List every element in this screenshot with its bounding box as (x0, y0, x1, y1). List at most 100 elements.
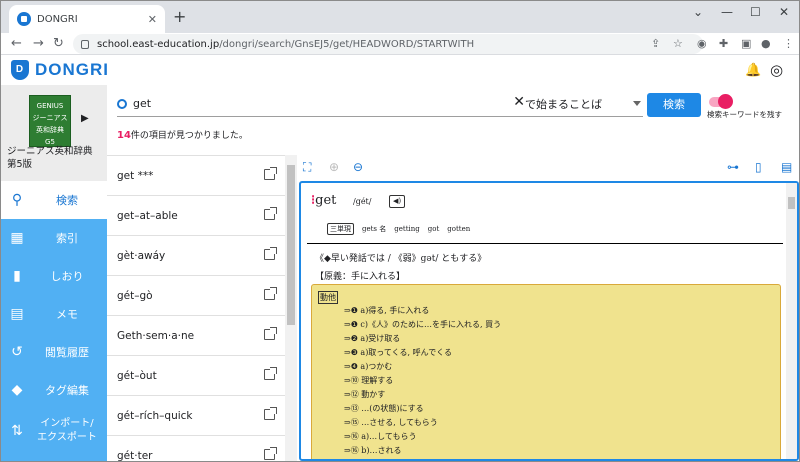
list-scrollbar[interactable] (285, 155, 297, 461)
bookmark-icon: ▮ (13, 268, 21, 284)
url-field[interactable]: school.east-education.jp/dongri/search/G… (73, 34, 703, 54)
search-mode-select[interactable]: で始まることば (523, 91, 643, 117)
list-item[interactable]: gét–òut (107, 356, 285, 396)
close-window-icon[interactable]: ✕ (779, 5, 789, 19)
dictionary-name-line2: 第5版 (7, 159, 33, 170)
sense-item[interactable]: ⇒❶ a)得る, 手に入れる (344, 305, 429, 316)
play-arrow-icon[interactable]: ▶ (81, 113, 89, 124)
up-arrow-icon[interactable]: ⊕ (329, 160, 339, 174)
tab-bar: DONGRI ✕ + ⌄ — ☐ ✕ (1, 1, 799, 33)
memo-icon[interactable]: ▤ (781, 160, 792, 174)
extensions-icon[interactable]: ✚ (719, 37, 728, 50)
open-external-icon[interactable] (264, 247, 277, 260)
maximize-icon[interactable]: ☐ (750, 5, 761, 19)
browser-tab[interactable]: DONGRI ✕ (9, 5, 165, 33)
reload-icon[interactable]: ↻ (53, 36, 64, 51)
form-item: gets 名 (362, 225, 387, 233)
open-external-icon[interactable] (264, 447, 277, 460)
sense-item[interactable]: ⇒❹ a)つかむ (344, 361, 392, 372)
app-logo[interactable]: D DONGRI (11, 60, 109, 80)
logo-text: DONGRI (35, 60, 109, 79)
close-tab-icon[interactable]: ✕ (148, 13, 157, 26)
account-icon[interactable]: ◎ (770, 61, 783, 79)
scrollbar-thumb[interactable] (287, 165, 295, 325)
history-icon: ↺ (11, 344, 23, 360)
sidepanel-icon[interactable]: ▣ (741, 37, 751, 50)
sense-item[interactable]: ⇒❸ a)取ってくる, 呼んでくる (344, 347, 452, 358)
open-external-icon[interactable] (264, 367, 277, 380)
cover-line3: 英和辞典 (36, 126, 64, 134)
result-count-suffix: 件の項目が見つかりました。 (130, 131, 248, 141)
bell-icon[interactable]: 🔔 (745, 63, 761, 78)
menu-label: 索引 (56, 232, 78, 245)
menu-item-import-export[interactable]: ⇅ インポート/エクスポート (1, 409, 107, 453)
list-item[interactable]: get–at–able (107, 196, 285, 236)
keep-keyword-toggle[interactable] (709, 94, 733, 109)
bookmark-icon[interactable]: ▯ (755, 160, 762, 174)
dictionary-selector[interactable]: GENIUS ジーニアス 英和辞典 G5 ▶ ジーニアス英和辞典 第5版 (1, 85, 107, 181)
new-tab-icon[interactable]: + (173, 7, 186, 26)
back-icon[interactable]: ← (11, 36, 22, 51)
open-external-icon[interactable] (264, 407, 277, 420)
entry-scrollbar[interactable] (786, 183, 797, 459)
sense-item[interactable]: ⇒❷ a)受け取る (344, 333, 400, 344)
sense-item[interactable]: ⇒❶ c)《人》のために…を手に入れる, 買う (344, 319, 501, 330)
list-item[interactable]: Geth·sem·a·ne (107, 316, 285, 356)
search-icon: ⚲ (11, 192, 23, 208)
menu-item-memo[interactable]: ▤ メモ (1, 295, 107, 333)
etymology-note: 《◆早い発話では / 《弱》gət/ ともする》 (315, 254, 487, 264)
fullscreen-icon[interactable]: ⛶ (303, 160, 311, 175)
memo-icon: ▤ (10, 306, 24, 322)
list-item-label: gèt·awáy (117, 249, 166, 262)
shield-logo-icon: D (11, 60, 29, 80)
menu-item-tag-edit[interactable]: ◆ タグ編集 (1, 371, 107, 409)
list-item[interactable]: get *** (107, 156, 285, 196)
link-icon[interactable]: ⊶ (727, 160, 739, 174)
sense-item[interactable]: ⇒⑯ a)…してもらう (344, 431, 417, 442)
chevron-down-icon[interactable]: ⌄ (693, 5, 703, 19)
sense-item[interactable]: ⇒⑮ …させる, してもらう (344, 417, 438, 428)
list-item[interactable]: gét–rích–quick (107, 396, 285, 436)
list-item[interactable]: gét·ter (107, 436, 285, 462)
list-item[interactable]: gèt·awáy (107, 236, 285, 276)
menu-item-search[interactable]: ⚲ 検索 (1, 181, 107, 219)
sense-item[interactable]: ⇒⑩ 理解する (344, 375, 393, 386)
browser-window: DONGRI ✕ + ⌄ — ☐ ✕ ← → ↻ school.east-edu… (0, 0, 800, 462)
search-input[interactable]: get ✕ (117, 91, 525, 117)
menu-item-bookmark[interactable]: ▮ しおり (1, 257, 107, 295)
sense-box: 動他 ⇒❶ a)得る, 手に入れる ⇒❶ c)《人》のために…を手に入れる, 買… (311, 284, 781, 459)
left-panel: GENIUS ジーニアス 英和辞典 G5 ▶ ジーニアス英和辞典 第5版 ⚲ 検索… (1, 85, 107, 461)
down-arrow-icon[interactable]: ⊖ (353, 160, 363, 174)
headword: ⁝get (311, 193, 336, 208)
inflection-forms: 三単現 gets 名 getting got gotten (327, 223, 470, 235)
list-item-label: get–at–able (117, 209, 178, 222)
open-external-icon[interactable] (264, 327, 277, 340)
list-item-label: gét·ter (117, 449, 153, 462)
profile-avatar-icon[interactable]: ● (761, 37, 771, 50)
sense-item[interactable]: ⇒⑯ b)…される (344, 445, 402, 456)
open-external-icon[interactable] (264, 167, 277, 180)
result-list: get *** get–at–able gèt·awáy gét–gò Geth… (107, 155, 285, 462)
scrollbar-thumb[interactable] (788, 197, 795, 209)
camera-icon[interactable]: ◉ (697, 37, 707, 50)
grid-icon: ▦ (10, 230, 24, 246)
lock-icon (81, 39, 89, 49)
minimize-icon[interactable]: — (721, 5, 733, 19)
speaker-icon[interactable]: ◀) (389, 195, 405, 208)
cover-line2: ジーニアス (32, 114, 68, 122)
sense-item[interactable]: ⇒⑬ …(の状態)にする (344, 403, 424, 414)
open-external-icon[interactable] (264, 207, 277, 220)
share-icon[interactable]: ⇪ (651, 37, 660, 50)
sense-item[interactable]: ⇒⑫ 動かす (344, 389, 385, 400)
menu-item-index[interactable]: ▦ 索引 (1, 219, 107, 257)
search-button[interactable]: 検索 (647, 93, 701, 117)
entry-panel: ⁝get /gét/ ◀) 三単現 gets 名 getting got got… (299, 181, 799, 461)
list-item[interactable]: gét–gò (107, 276, 285, 316)
menu-dots-icon[interactable]: ⋮ (783, 37, 794, 50)
star-icon[interactable]: ☆ (673, 37, 683, 50)
open-external-icon[interactable] (264, 287, 277, 300)
menu-item-history[interactable]: ↺ 閲覧履歴 (1, 333, 107, 371)
menu-label: メモ (56, 308, 78, 321)
forward-icon[interactable]: → (33, 36, 44, 51)
side-menu: ⚲ 検索 ▦ 索引 ▮ しおり ▤ メモ ↺ 閲覧履歴 ◆ タグ編集 ⇅ インポート/エクスポ… (1, 181, 107, 461)
